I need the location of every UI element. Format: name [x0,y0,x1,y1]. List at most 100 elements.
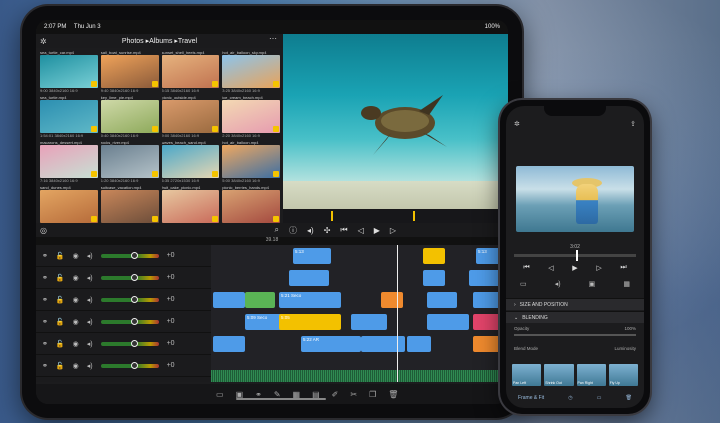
link-icon[interactable]: ⚭ [42,296,48,304]
volume-knob[interactable] [130,251,138,259]
volume-knob[interactable] [130,295,138,303]
media-item[interactable]: waves_beach_sand.mp4 6:35 2720x1530 16:9 [161,140,220,183]
eye-icon[interactable]: ◉ [73,274,79,282]
media-item[interactable]: fruit_cake_picnic.mp4 [161,185,220,228]
media-thumbnail[interactable] [161,55,220,88]
speaker-icon[interactable]: ◂) [87,296,93,304]
speaker-icon[interactable]: ◂) [87,318,93,326]
timeline-clip[interactable]: 5:09 Seco [245,314,283,330]
timeline-clip[interactable] [361,336,405,352]
step-forward-icon[interactable]: ▷ [596,264,601,276]
edit-icon[interactable]: ✐ [332,390,339,399]
media-thumbnail[interactable] [222,55,280,88]
timeline-clip[interactable]: 5:05 [279,314,341,330]
checkmark-icon[interactable] [90,216,97,222]
media-thumbnail[interactable] [40,190,98,223]
media-item[interactable]: hot_air_balloon_sky.mp4 3:25 3840x2160 1… [222,50,280,93]
media-item[interactable]: sand_dunes.mp4 [40,185,98,228]
viewer-scrubber[interactable] [283,209,508,223]
select-icon[interactable]: ◎ [40,226,47,235]
volume-slider[interactable] [100,317,159,325]
timeline-clip[interactable] [427,292,457,308]
section-blending[interactable]: ⌄ BLENDING [506,311,644,323]
scissors-icon[interactable]: ✂ [350,390,357,399]
checkmark-icon[interactable] [151,81,158,87]
trash-icon[interactable]: 🗑 [388,390,398,399]
speaker-icon[interactable]: ◂) [87,340,93,348]
transition-item[interactable]: Shrink Out [544,364,574,386]
info-icon[interactable]: ⓘ [289,225,297,236]
transition-item[interactable]: Fly Up [608,364,638,386]
playhead[interactable] [397,245,398,382]
play-icon[interactable]: ▶ [374,226,380,235]
eye-icon[interactable]: ◉ [73,296,79,304]
blend-mode-row[interactable]: Blend Mode Luminosity [514,346,636,351]
volume-icon[interactable]: ◂) [555,280,561,292]
breadcrumb[interactable]: Photos ▸Albums ▸Travel [122,37,197,45]
link-icon[interactable]: ⚭ [42,318,48,326]
crop-icon[interactable]: ▭ [216,390,224,399]
media-item[interactable]: key_lime_pie.mp4 0:40 3840x2160 16:9 [100,95,159,138]
grid-icon[interactable]: ▦ [623,280,630,292]
checkmark-icon[interactable] [273,126,279,132]
media-item[interactable]: macarons_dessert.mp4 7:16 3840x2160 16:9 [40,140,98,183]
volume-knob[interactable] [130,361,138,369]
checkmark-icon[interactable] [151,171,158,177]
clock-icon[interactable]: ◷ [568,395,572,401]
timeline-clip[interactable] [423,270,445,286]
layers-icon[interactable]: ▣ [589,280,596,292]
playhead[interactable] [576,250,578,261]
media-thumbnail[interactable] [40,145,98,178]
media-item[interactable]: picnic_outside.mp4 9:00 3840x2160 16:9 [161,95,220,138]
volume-slider[interactable] [100,273,159,281]
timeline-clip[interactable]: 5:22 AR [301,336,361,352]
media-thumbnail[interactable] [100,55,159,88]
lock-icon[interactable]: 🔓 [56,362,65,370]
media-thumbnail[interactable] [40,100,98,133]
transition-item[interactable]: Pan Right [576,364,606,386]
media-item[interactable]: sunset_shell_heels.mp4 5:15 3840x2160 16… [161,50,220,93]
step-back-icon[interactable]: ◁ [358,226,364,235]
media-thumbnail[interactable] [222,100,280,133]
transition-item[interactable]: Pan Left [512,364,542,386]
checkmark-icon[interactable] [212,216,219,222]
volume-slider[interactable] [100,295,159,303]
media-thumbnail[interactable] [222,145,280,178]
media-thumbnail[interactable] [100,145,159,178]
checkmark-icon[interactable] [90,126,97,132]
media-item[interactable]: rocks_river.mp4 1:20 3840x2160 16:9 [100,140,159,183]
speaker-icon[interactable]: ◂) [87,252,93,260]
timeline-clip[interactable] [213,336,245,352]
section-size-position[interactable]: › SIZE AND POSITION [506,298,644,310]
iphone-viewer[interactable] [516,166,634,232]
media-item[interactable]: sea_turtle.mp4 1:54:01 3840x2160 16:9 [40,95,98,138]
play-icon[interactable]: ▶ [572,264,577,276]
volume-slider[interactable] [100,339,159,347]
timeline-clip[interactable] [245,292,275,308]
volume-slider[interactable] [100,251,159,259]
checkmark-icon[interactable] [212,81,219,87]
in-marker[interactable] [331,211,333,221]
media-item[interactable]: picnic_berries_hands.mp4 [222,185,280,228]
eye-icon[interactable]: ◉ [73,362,79,370]
step-forward-icon[interactable]: ▷ [390,226,396,235]
timeline[interactable]: 5:13 5:13 5:21 Seco 5:09 Seco 5:05 5:22 AR [211,245,508,382]
eye-icon[interactable]: ◉ [73,318,79,326]
link-icon[interactable]: ⚭ [42,274,48,282]
timeline-clip[interactable] [423,248,445,264]
trash-icon[interactable]: 🗑 [626,395,632,401]
lock-icon[interactable]: 🔓 [56,318,65,326]
media-thumbnail[interactable] [161,100,220,133]
volume-slider[interactable] [100,361,159,369]
timeline-clip[interactable] [407,336,431,352]
eye-icon[interactable]: ◉ [73,340,79,348]
checkmark-icon[interactable] [273,81,279,87]
lock-icon[interactable]: 🔓 [56,252,65,260]
settings-icon[interactable]: ✲ [40,37,47,46]
checkmark-icon[interactable] [273,171,279,177]
timeline-clip[interactable] [213,292,245,308]
skip-forward-icon[interactable]: ⏭ [620,264,626,276]
checkmark-icon[interactable] [273,216,279,222]
media-thumbnail[interactable] [40,55,98,88]
media-thumbnail[interactable] [100,100,159,133]
